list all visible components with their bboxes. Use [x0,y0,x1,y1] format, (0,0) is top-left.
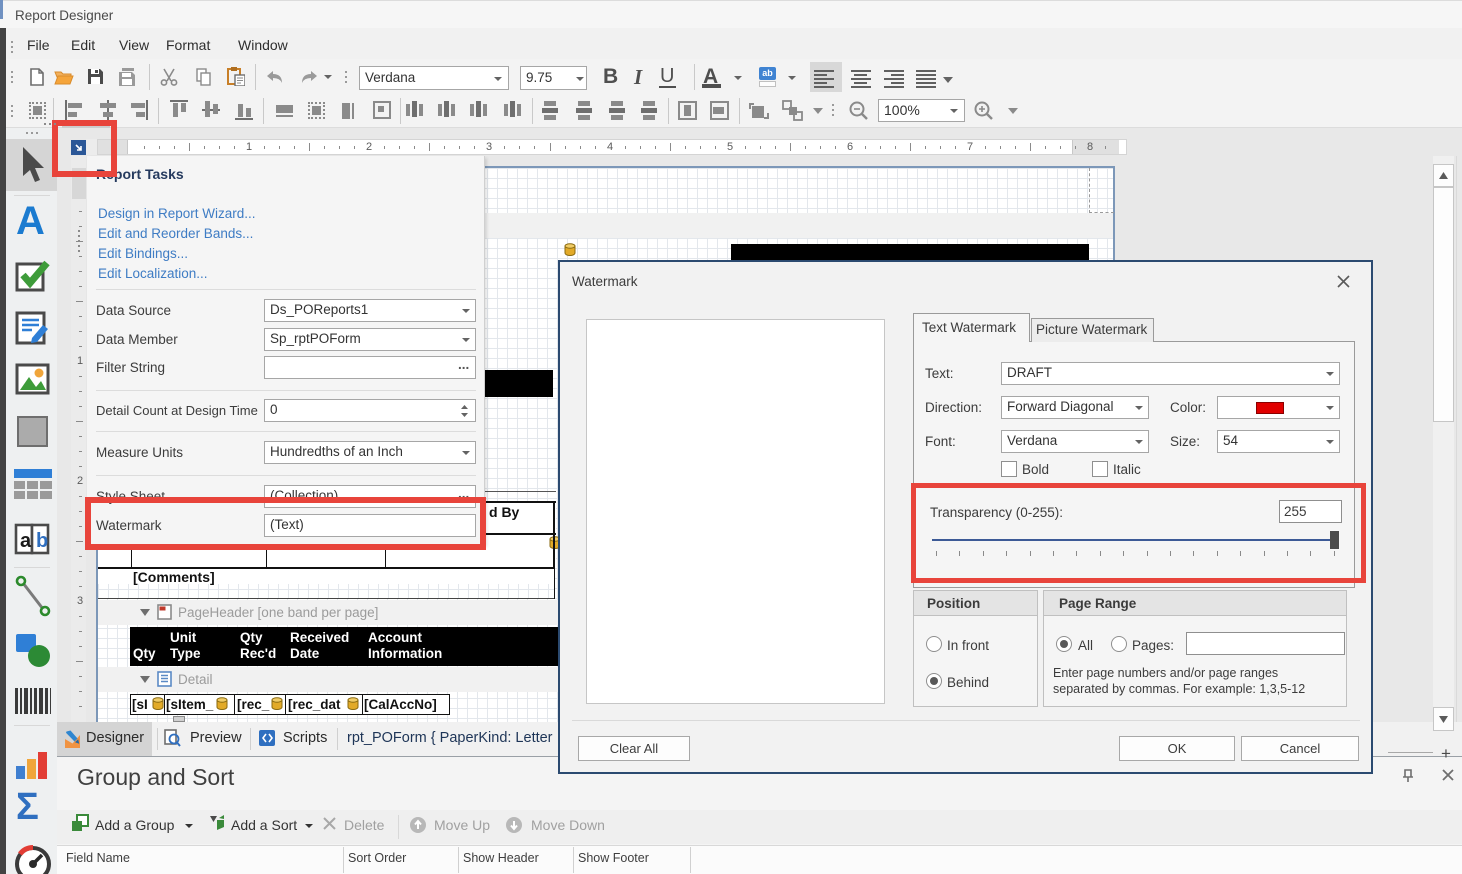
svg-text:a: a [20,530,32,552]
svg-text:b: b [36,530,48,552]
